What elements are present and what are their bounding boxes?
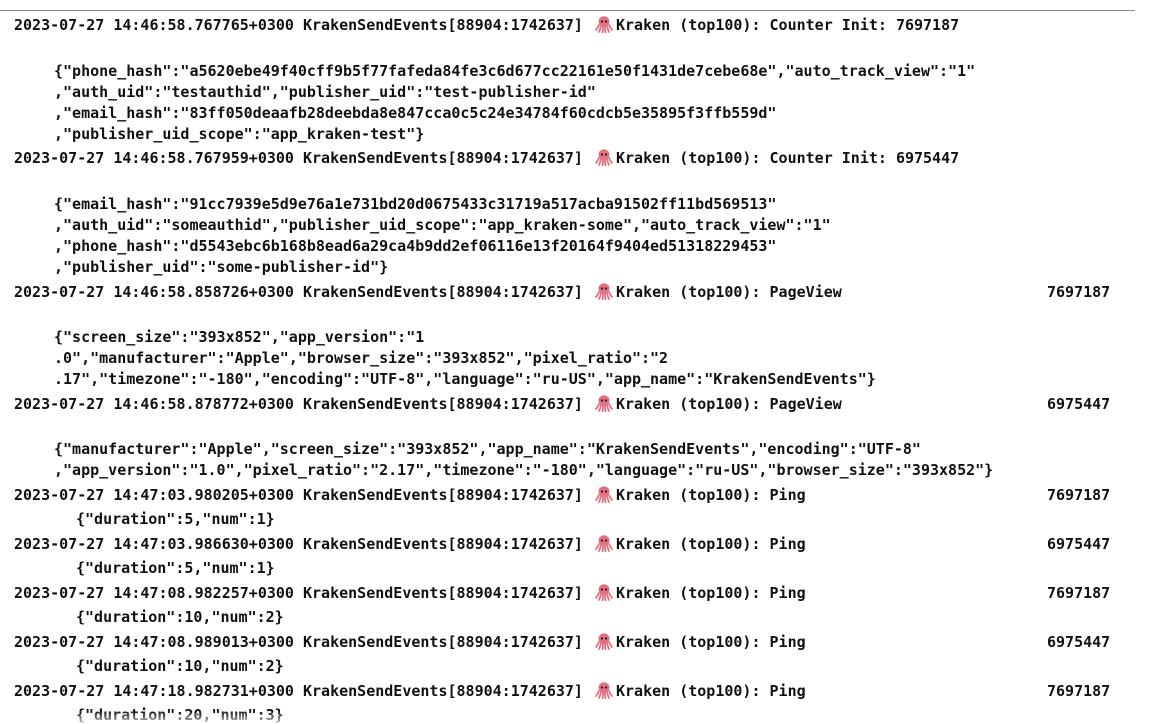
json-line: ,"app_version":"1.0","pixel_ratio":"2.17… bbox=[54, 461, 994, 479]
log-message: Kraken (top100): Counter Init: 7697187 bbox=[615, 16, 960, 34]
log-message: Kraken (top100): Ping bbox=[615, 584, 806, 602]
counter-id: 7697187 bbox=[1047, 584, 1111, 602]
counter-id: 6975447 bbox=[1047, 633, 1111, 651]
json-line: {"phone_hash":"a5620ebe49f40cff9b5f77faf… bbox=[54, 62, 976, 80]
json-line: ,"publisher_uid_scope":"app_kraken-test"… bbox=[54, 125, 425, 143]
octopus-icon bbox=[595, 394, 613, 413]
octopus-icon bbox=[595, 485, 613, 504]
log-message: Kraken (top100): Ping bbox=[615, 633, 806, 651]
log-prefix: 2023-07-27 14:46:58.878772+0300 KrakenSe… bbox=[14, 395, 583, 413]
log-message: Kraken (top100): PageView bbox=[615, 395, 842, 413]
counter-id: 6975447 bbox=[1047, 535, 1111, 553]
json-line: .17","timezone":"-180","encoding":"UTF-8… bbox=[54, 370, 876, 388]
log-console[interactable]: 2023-07-27 14:46:58.767765+0300 KrakenSe… bbox=[0, 10, 1135, 724]
json-line: ,"email_hash":"83ff050deaafb28deebda8e84… bbox=[54, 104, 777, 122]
counter-id: 7697187 bbox=[1047, 283, 1111, 301]
json-line: ,"auth_uid":"testauthid","publisher_uid"… bbox=[54, 83, 596, 101]
log-line: 2023-07-27 14:46:58.767765+0300 KrakenSe… bbox=[14, 15, 959, 36]
log-prefix: 2023-07-27 14:46:58.767959+0300 KrakenSe… bbox=[14, 149, 583, 167]
json-line: {"duration":5,"num":1} bbox=[76, 510, 275, 528]
json-line: {"screen_size":"393x852","app_version":"… bbox=[54, 328, 425, 346]
scroll-fade bbox=[0, 711, 1135, 724]
log-message: Kraken (top100): Counter Init: 6975447 bbox=[615, 149, 960, 167]
json-line: {"duration":10,"num":2} bbox=[76, 657, 284, 675]
octopus-icon bbox=[595, 282, 613, 301]
json-line: {"duration":10,"num":2} bbox=[76, 608, 284, 626]
log-line: 2023-07-27 14:47:08.982257+0300 KrakenSe… bbox=[14, 583, 1110, 604]
octopus-icon bbox=[595, 148, 613, 167]
log-message: Kraken (top100): PageView bbox=[615, 283, 842, 301]
log-line: 2023-07-27 14:46:58.878772+0300 KrakenSe… bbox=[14, 394, 1110, 415]
json-line: .0","manufacturer":"Apple","browser_size… bbox=[54, 349, 669, 367]
log-prefix: 2023-07-27 14:47:08.989013+0300 KrakenSe… bbox=[14, 633, 583, 651]
counter-id: 7697187 bbox=[1047, 486, 1111, 504]
json-line: {"manufacturer":"Apple","screen_size":"3… bbox=[54, 440, 921, 458]
log-line: 2023-07-27 14:46:58.767959+0300 KrakenSe… bbox=[14, 148, 959, 169]
log-prefix: 2023-07-27 14:47:18.982731+0300 KrakenSe… bbox=[14, 682, 583, 700]
counter-id: 6975447 bbox=[1047, 395, 1111, 413]
octopus-icon bbox=[595, 15, 613, 34]
json-line: {"duration":5,"num":1} bbox=[76, 559, 275, 577]
log-line: 2023-07-27 14:46:58.858726+0300 KrakenSe… bbox=[14, 282, 1110, 303]
log-prefix: 2023-07-27 14:47:03.986630+0300 KrakenSe… bbox=[14, 535, 583, 553]
json-line: ,"auth_uid":"someauthid","publisher_uid_… bbox=[54, 216, 831, 234]
octopus-icon bbox=[595, 632, 613, 651]
octopus-icon bbox=[595, 681, 613, 700]
log-line: 2023-07-27 14:47:08.989013+0300 KrakenSe… bbox=[14, 632, 1110, 653]
log-prefix: 2023-07-27 14:47:08.982257+0300 KrakenSe… bbox=[14, 584, 583, 602]
log-prefix: 2023-07-27 14:47:03.980205+0300 KrakenSe… bbox=[14, 486, 583, 504]
counter-id: 7697187 bbox=[1047, 682, 1111, 700]
log-message: Kraken (top100): Ping bbox=[615, 682, 806, 700]
log-line: 2023-07-27 14:47:03.980205+0300 KrakenSe… bbox=[14, 485, 1110, 506]
json-line: ,"publisher_uid":"some-publisher-id"} bbox=[54, 258, 389, 276]
log-line: 2023-07-27 14:47:18.982731+0300 KrakenSe… bbox=[14, 681, 1110, 702]
log-prefix: 2023-07-27 14:46:58.858726+0300 KrakenSe… bbox=[14, 283, 583, 301]
log-prefix: 2023-07-27 14:46:58.767765+0300 KrakenSe… bbox=[14, 16, 583, 34]
json-line: {"email_hash":"91cc7939e5d9e76a1e731bd20… bbox=[54, 195, 777, 213]
json-line: ,"phone_hash":"d5543ebc6b168b8ead6a29ca4… bbox=[54, 237, 777, 255]
octopus-icon bbox=[595, 534, 613, 553]
log-message: Kraken (top100): Ping bbox=[615, 486, 806, 504]
log-line: 2023-07-27 14:47:03.986630+0300 KrakenSe… bbox=[14, 534, 1110, 555]
octopus-icon bbox=[595, 583, 613, 602]
log-message: Kraken (top100): Ping bbox=[615, 535, 806, 553]
